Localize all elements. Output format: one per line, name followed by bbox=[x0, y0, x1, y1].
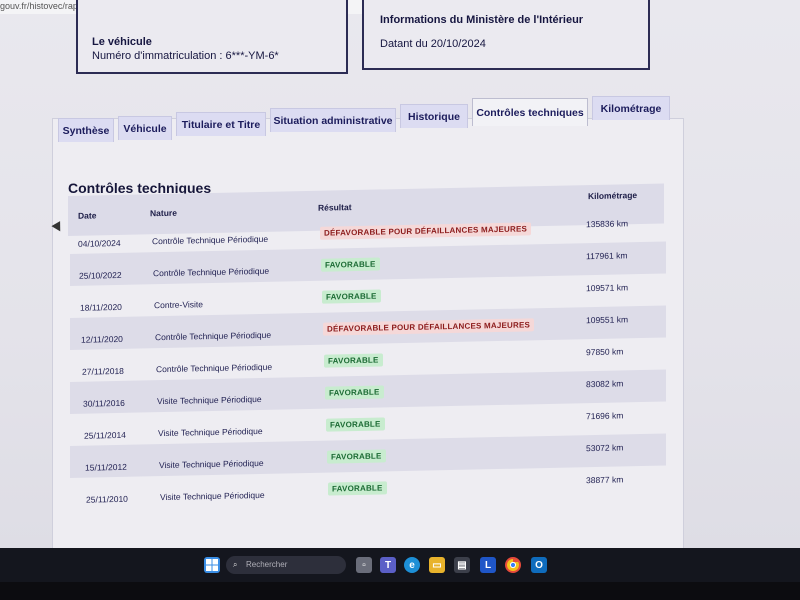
l-app-icon[interactable]: L bbox=[480, 557, 496, 573]
edge-icon[interactable]: e bbox=[404, 557, 420, 573]
tab-vehicule[interactable]: Véhicule bbox=[118, 116, 172, 140]
row-date: 04/10/2024 bbox=[78, 237, 121, 249]
row-nature: Contrôle Technique Périodique bbox=[153, 265, 270, 279]
row-mileage: 38877 km bbox=[586, 474, 624, 486]
row-nature: Visite Technique Périodique bbox=[157, 393, 262, 407]
row-date: 18/11/2020 bbox=[80, 301, 122, 313]
registration-number: Numéro d'immatriculation : 6***-YM-6* bbox=[92, 50, 279, 62]
row-mileage: 71696 km bbox=[586, 410, 624, 422]
windows-start-icon[interactable] bbox=[204, 557, 220, 573]
ministry-box-title: Informations du Ministère de l'Intérieur bbox=[380, 14, 584, 26]
column-result: Résultat bbox=[318, 202, 352, 213]
favorable-badge: FAVORABLE bbox=[327, 449, 386, 464]
outlook-icon[interactable]: O bbox=[531, 557, 547, 573]
favorable-badge: FAVORABLE bbox=[328, 481, 387, 496]
column-mileage: Kilométrage bbox=[588, 190, 638, 202]
favorable-badge: FAVORABLE bbox=[325, 385, 384, 400]
row-nature: Visite Technique Périodique bbox=[159, 457, 264, 471]
row-date: 25/10/2022 bbox=[79, 269, 122, 281]
tab-bar: Synthèse Véhicule Titulaire et Titre Sit… bbox=[58, 96, 678, 142]
tab-synthese[interactable]: Synthèse bbox=[58, 118, 114, 142]
row-date: 12/11/2020 bbox=[81, 333, 123, 345]
taskbar: ⌕ Rechercher ▫ T e ▭ ▤ L O bbox=[0, 548, 800, 582]
tab-titulaire[interactable]: Titulaire et Titre bbox=[176, 112, 266, 136]
teams-icon[interactable]: T bbox=[380, 557, 396, 573]
tab-historique[interactable]: Historique bbox=[400, 104, 468, 128]
row-date: 15/11/2012 bbox=[85, 461, 127, 473]
column-date: Date bbox=[78, 210, 97, 221]
favorable-badge: FAVORABLE bbox=[322, 289, 381, 304]
row-mileage: 53072 km bbox=[586, 442, 624, 454]
tab-situation-administrative[interactable]: Situation administrative bbox=[270, 108, 396, 132]
row-mileage: 97850 km bbox=[586, 346, 624, 358]
laptop-bezel bbox=[0, 582, 800, 600]
row-mileage: 117961 km bbox=[586, 250, 628, 262]
row-nature: Contrôle Technique Périodique bbox=[155, 329, 272, 343]
store-icon[interactable]: ▤ bbox=[454, 557, 470, 573]
row-mileage: 109571 km bbox=[586, 282, 629, 294]
row-mileage: 135836 km bbox=[586, 218, 629, 230]
row-date: 25/11/2014 bbox=[84, 429, 126, 441]
row-nature: Visite Technique Périodique bbox=[158, 425, 263, 439]
row-nature: Contrôle Technique Périodique bbox=[152, 233, 269, 247]
row-date: 30/11/2016 bbox=[83, 397, 125, 409]
chrome-icon[interactable] bbox=[505, 557, 521, 573]
favorable-badge: FAVORABLE bbox=[321, 257, 380, 272]
row-mileage: 83082 km bbox=[586, 378, 624, 390]
vehicle-info-box: Le véhicule Numéro d'immatriculation : 6… bbox=[76, 0, 348, 74]
ministry-info-box: Informations du Ministère de l'Intérieur… bbox=[362, 0, 650, 70]
task-view-icon[interactable]: ▫ bbox=[356, 557, 372, 573]
file-explorer-icon[interactable]: ▭ bbox=[429, 557, 445, 573]
row-date: 27/11/2018 bbox=[82, 365, 124, 377]
search-placeholder: Rechercher bbox=[246, 560, 288, 569]
ministry-data-date: Datant du 20/10/2024 bbox=[380, 38, 486, 50]
search-icon: ⌕ bbox=[233, 560, 238, 569]
defavorable-badge: DÉFAVORABLE POUR DÉFAILLANCES MAJEURES bbox=[323, 318, 535, 336]
favorable-badge: FAVORABLE bbox=[326, 417, 385, 432]
taskbar-search-input[interactable]: ⌕ Rechercher bbox=[226, 556, 346, 574]
row-nature: Contre-Visite bbox=[154, 299, 203, 311]
favorable-badge: FAVORABLE bbox=[324, 353, 383, 368]
browser-viewport: gouv.fr/histovec/rapport-vendeur Le véhi… bbox=[0, 0, 800, 548]
defavorable-badge: DÉFAVORABLE POUR DÉFAILLANCES MAJEURES bbox=[320, 222, 532, 240]
tab-controles-techniques[interactable]: Contrôles techniques bbox=[472, 98, 588, 126]
vehicle-box-title: Le véhicule bbox=[92, 36, 152, 48]
row-nature: Contrôle Technique Périodique bbox=[156, 361, 273, 375]
row-date: 25/11/2010 bbox=[86, 493, 128, 505]
row-mileage: 109551 km bbox=[586, 314, 629, 326]
column-nature: Nature bbox=[150, 207, 177, 219]
row-nature: Visite Technique Périodique bbox=[160, 489, 265, 503]
tab-kilometrage[interactable]: Kilométrage bbox=[592, 96, 670, 120]
